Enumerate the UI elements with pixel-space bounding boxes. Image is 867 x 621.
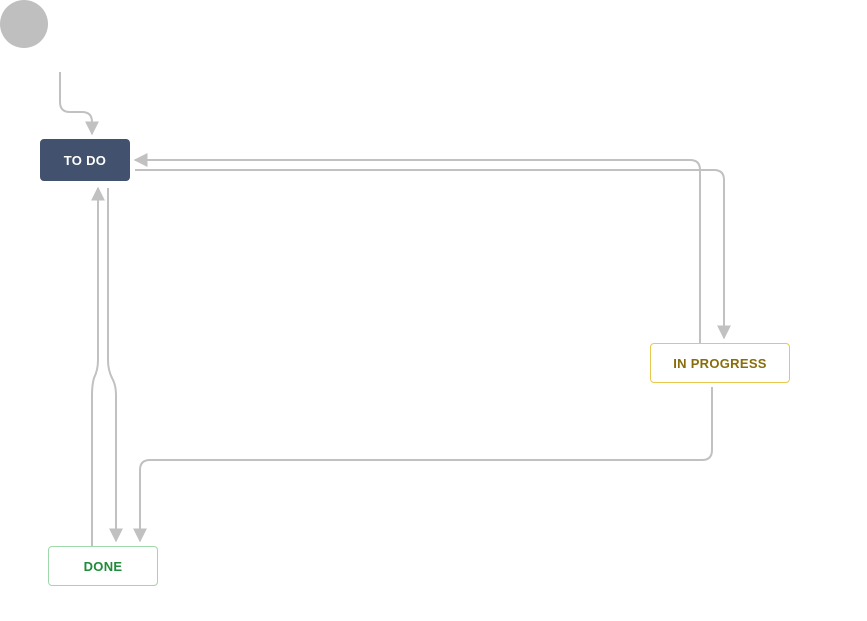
workflow-connectors [0, 0, 867, 621]
transition-inprogress-to-todo [135, 160, 700, 343]
status-node-inprogress[interactable]: IN PROGRESS [650, 343, 790, 383]
transition-todo-to-done [108, 188, 116, 541]
transition-inprogress-to-done [140, 387, 712, 541]
transition-todo-to-inprogress [135, 170, 724, 338]
status-node-done[interactable]: DONE [48, 546, 158, 586]
status-label: DONE [84, 559, 123, 574]
status-label: TO DO [64, 153, 106, 168]
status-label: IN PROGRESS [673, 356, 767, 371]
status-node-todo[interactable]: TO DO [40, 139, 130, 181]
transition-done-to-todo [92, 188, 98, 546]
workflow-start-node[interactable] [0, 0, 48, 48]
transition-start-to-todo [60, 72, 92, 134]
